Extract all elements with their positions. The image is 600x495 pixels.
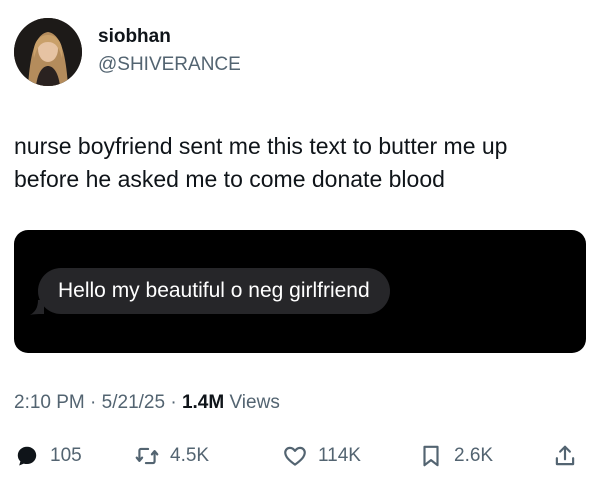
meta-separator: · [84,392,102,413]
tweet-text-line: nurse boyfriend sent me this text to but… [14,133,508,159]
share-icon [555,445,575,466]
meta-separator: · [165,392,182,413]
like-icon [284,446,306,466]
like-count: 114K [318,445,361,466]
tweet-meta: 2:10 PM · 5/21/25 · 1.4M Views [14,392,280,414]
bookmark-count: 2.6K [454,445,494,466]
message-bubble: Hello my beautiful o neg girlfriend [38,268,390,314]
reply-button[interactable]: 105 [14,438,82,474]
action-bar: 105 4.5K 114K 2.6K [14,438,586,474]
views-label: Views [224,392,280,413]
repost-icon [135,447,159,465]
tweet-text: nurse boyfriend sent me this text to but… [14,130,589,196]
bookmark-icon [423,445,439,467]
views-count: 1.4M [181,392,225,413]
tweet-text-line: before he asked me to come donate blood [14,166,445,192]
tweet-time[interactable]: 2:10 PM [14,392,85,413]
repost-button[interactable]: 4.5K [134,438,209,474]
reply-count: 105 [50,445,82,466]
tweet-date[interactable]: 5/21/25 [102,392,165,413]
author-display-name[interactable]: siobhan [98,26,171,48]
reply-icon [17,446,37,466]
author-handle[interactable]: @SHIVERANCE [98,54,241,76]
avatar[interactable] [14,18,82,86]
bookmark-button[interactable]: 2.6K [418,438,493,474]
share-button[interactable] [552,438,578,474]
like-button[interactable]: 114K [282,438,361,474]
repost-count: 4.5K [170,445,210,466]
